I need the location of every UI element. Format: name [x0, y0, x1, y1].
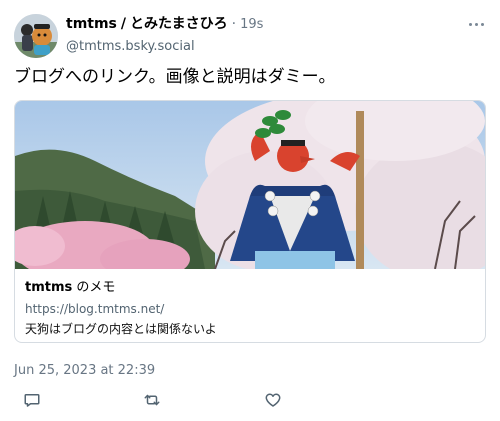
author-display-name[interactable]: tmtms — [66, 14, 117, 34]
avatar[interactable] — [14, 14, 58, 58]
reply-button[interactable] — [20, 388, 44, 412]
link-card-url: https://blog.tmtms.net/ — [25, 302, 165, 316]
more-options-icon-dot — [480, 22, 484, 26]
dot-separator: · — [231, 16, 237, 32]
avatar-image — [14, 14, 58, 58]
author-japanese-name[interactable]: とみたまさひろ — [130, 14, 228, 34]
post-timestamp: Jun 25, 2023 at 22:39 — [14, 363, 156, 378]
post-text: ブログへのリンク。画像と説明はダミー。 — [14, 67, 336, 87]
like-button[interactable] — [261, 388, 285, 412]
name-separator: / — [120, 16, 127, 32]
link-card-title-suffix: のメモ — [72, 280, 116, 295]
post-age[interactable]: 19s — [240, 15, 263, 35]
link-card-body: tmtms のメモ https://blog.tmtms.net/ 天狗はブログ… — [15, 269, 485, 338]
link-card-title-site: tmtms — [25, 280, 73, 295]
repost-button[interactable] — [140, 388, 164, 412]
more-options-button[interactable] — [466, 14, 486, 34]
author-row: tmtms / とみたまさひろ · 19s — [66, 14, 460, 35]
post: tmtms / とみたまさひろ · 19s @tmtms.bsky.social… — [0, 0, 500, 421]
post-header: tmtms / とみたまさひろ · 19s @tmtms.bsky.social — [66, 14, 460, 56]
post-actions — [0, 388, 500, 412]
more-options-icon — [468, 22, 472, 26]
link-card-title: tmtms のメモ — [25, 279, 475, 297]
more-options-icon-dot — [474, 22, 478, 26]
repost-icon — [144, 394, 160, 406]
link-card-description: 天狗はブログの内容とは関係ないよ — [25, 322, 217, 336]
reply-icon — [24, 394, 40, 407]
link-card[interactable]: tmtms のメモ https://blog.tmtms.net/ 天狗はブログ… — [14, 100, 486, 343]
author-handle[interactable]: @tmtms.bsky.social — [66, 38, 460, 56]
link-card-image — [15, 101, 485, 269]
heart-icon — [265, 393, 281, 407]
